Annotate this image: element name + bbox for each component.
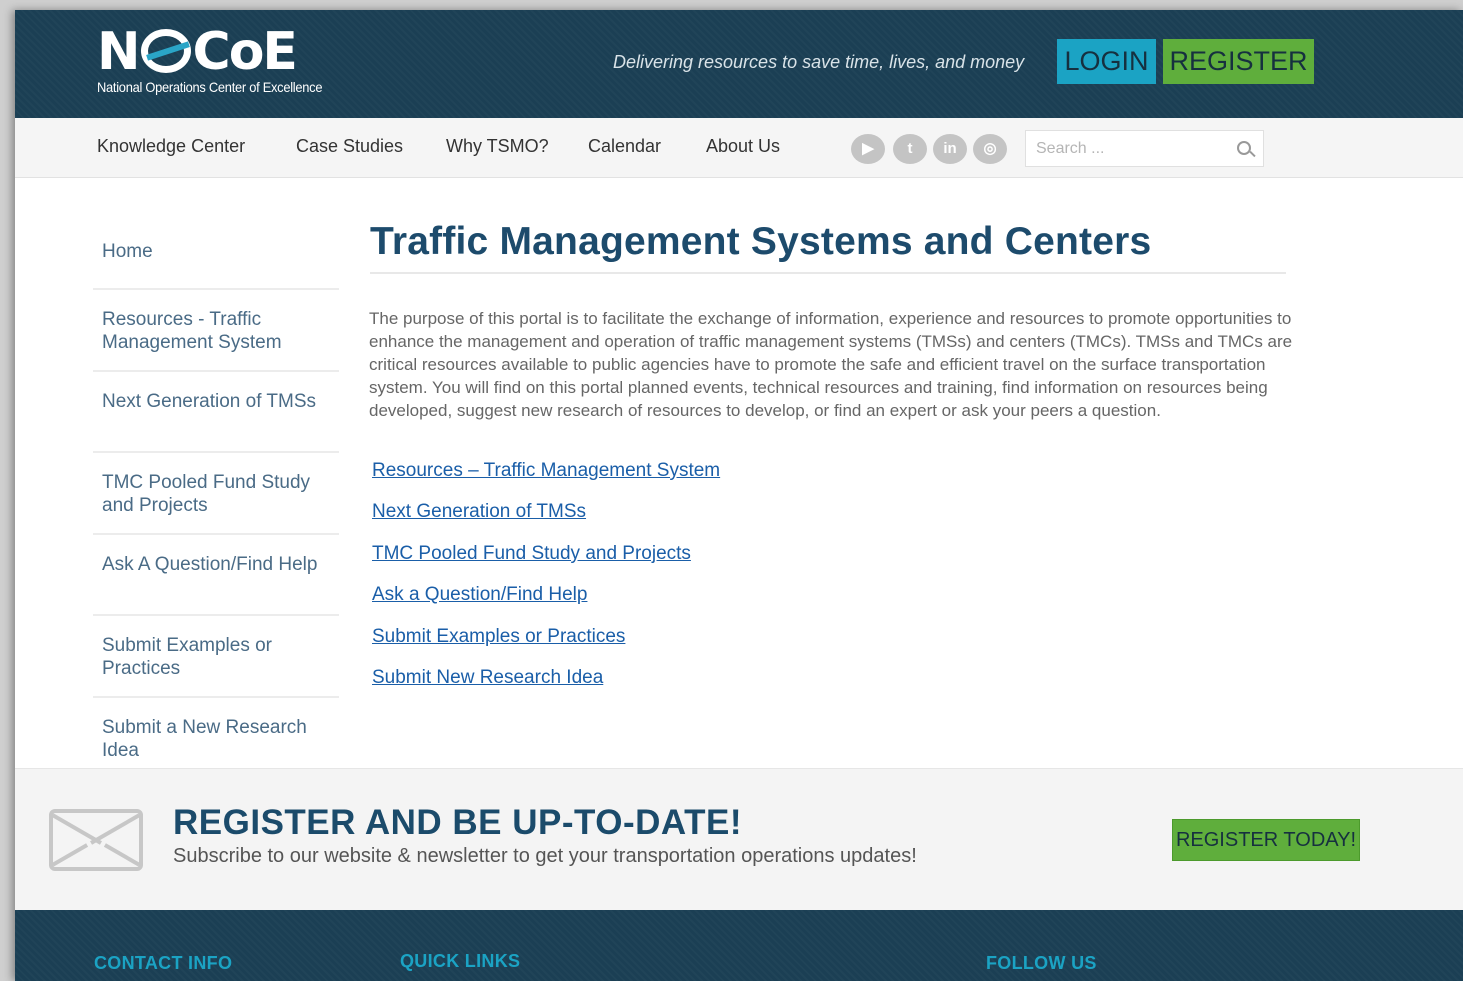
link-submit-examples[interactable]: Submit Examples or Practices [372,626,625,648]
nav-item-about-us[interactable]: About Us [706,136,780,157]
tagline: Delivering resources to save time, lives… [613,52,1025,72]
linkedin-icon[interactable]: in [933,134,967,164]
sidebar-item-home[interactable]: Home [93,228,339,290]
search-box [1025,130,1264,167]
mail-icon [49,809,143,871]
logo-letters-coe: CoE [192,22,298,82]
sidebar-item-next-generation[interactable]: Next Generation of TMSs [93,372,339,453]
nav-item-why-tsmo[interactable]: Why TSMO? [446,136,549,157]
sidebar-item-submit-examples[interactable]: Submit Examples or Practices [93,616,339,698]
link-tmc-pooled-fund[interactable]: TMC Pooled Fund Study and Projects [372,543,691,565]
sidebar-item-tmc-pooled-fund[interactable]: TMC Pooled Fund Study and Projects [93,453,339,535]
sidebar-item-submit-research[interactable]: Submit a New Research Idea [93,698,339,768]
site-header: N CoE National Operations Center of Excel… [15,10,1463,118]
sidebar-item-ask-question[interactable]: Ask A Question/Find Help [93,535,339,616]
link-resources-tms[interactable]: Resources – Traffic Management System [372,460,720,482]
intro-paragraph: The purpose of this portal is to facilit… [369,309,1293,420]
footer-heading-follow-us: FOLLOW US [986,953,1097,973]
link-ask-question[interactable]: Ask a Question/Find Help [372,584,587,606]
sidebar-item-resources-tms[interactable]: Resources - Traffic Management System [93,290,339,372]
logo-wordmark: N CoE [97,22,298,82]
search-input[interactable] [1026,131,1226,166]
site-footer: CONTACT INFO QUICK LINKS FOLLOW US [15,910,1463,981]
youtube-icon[interactable]: ▶ [851,134,885,164]
register-button[interactable]: REGISTER [1163,39,1314,84]
twitter-icon[interactable]: t [893,134,927,164]
nav-item-knowledge-center[interactable]: Knowledge Center [97,136,245,157]
nocoe-logo[interactable]: N CoE National Operations Center of Excel… [97,24,323,98]
register-banner-title: REGISTER AND BE UP-TO-DATE! [173,803,742,842]
logo-subtitle: National Operations Center of Excellence [97,79,323,95]
login-button[interactable]: LOGIN [1057,39,1156,84]
instagram-icon[interactable]: ◎ [973,134,1007,164]
main-nav: Knowledge Center Case Studies Why TSMO? … [15,118,1463,178]
logo-o-icon [140,29,191,73]
register-today-button[interactable]: REGISTER TODAY! [1172,819,1360,861]
logo-letter-n: N [97,22,141,82]
page: N CoE National Operations Center of Excel… [15,10,1463,981]
footer-heading-quick-links: QUICK LINKS [400,951,521,971]
register-banner-subtitle: Subscribe to our website & newsletter to… [173,845,917,867]
register-banner: REGISTER AND BE UP-TO-DATE! Subscribe to… [15,768,1463,910]
nav-item-case-studies[interactable]: Case Studies [296,136,403,157]
search-icon[interactable] [1237,141,1251,155]
page-title: Traffic Management Systems and Centers [370,220,1286,274]
sidebar-menu: Home Resources - Traffic Management Syst… [93,228,339,768]
link-next-generation[interactable]: Next Generation of TMSs [372,501,586,523]
link-submit-research[interactable]: Submit New Research Idea [372,667,603,689]
nav-item-calendar[interactable]: Calendar [588,136,661,157]
footer-heading-contact: CONTACT INFO [94,953,233,973]
